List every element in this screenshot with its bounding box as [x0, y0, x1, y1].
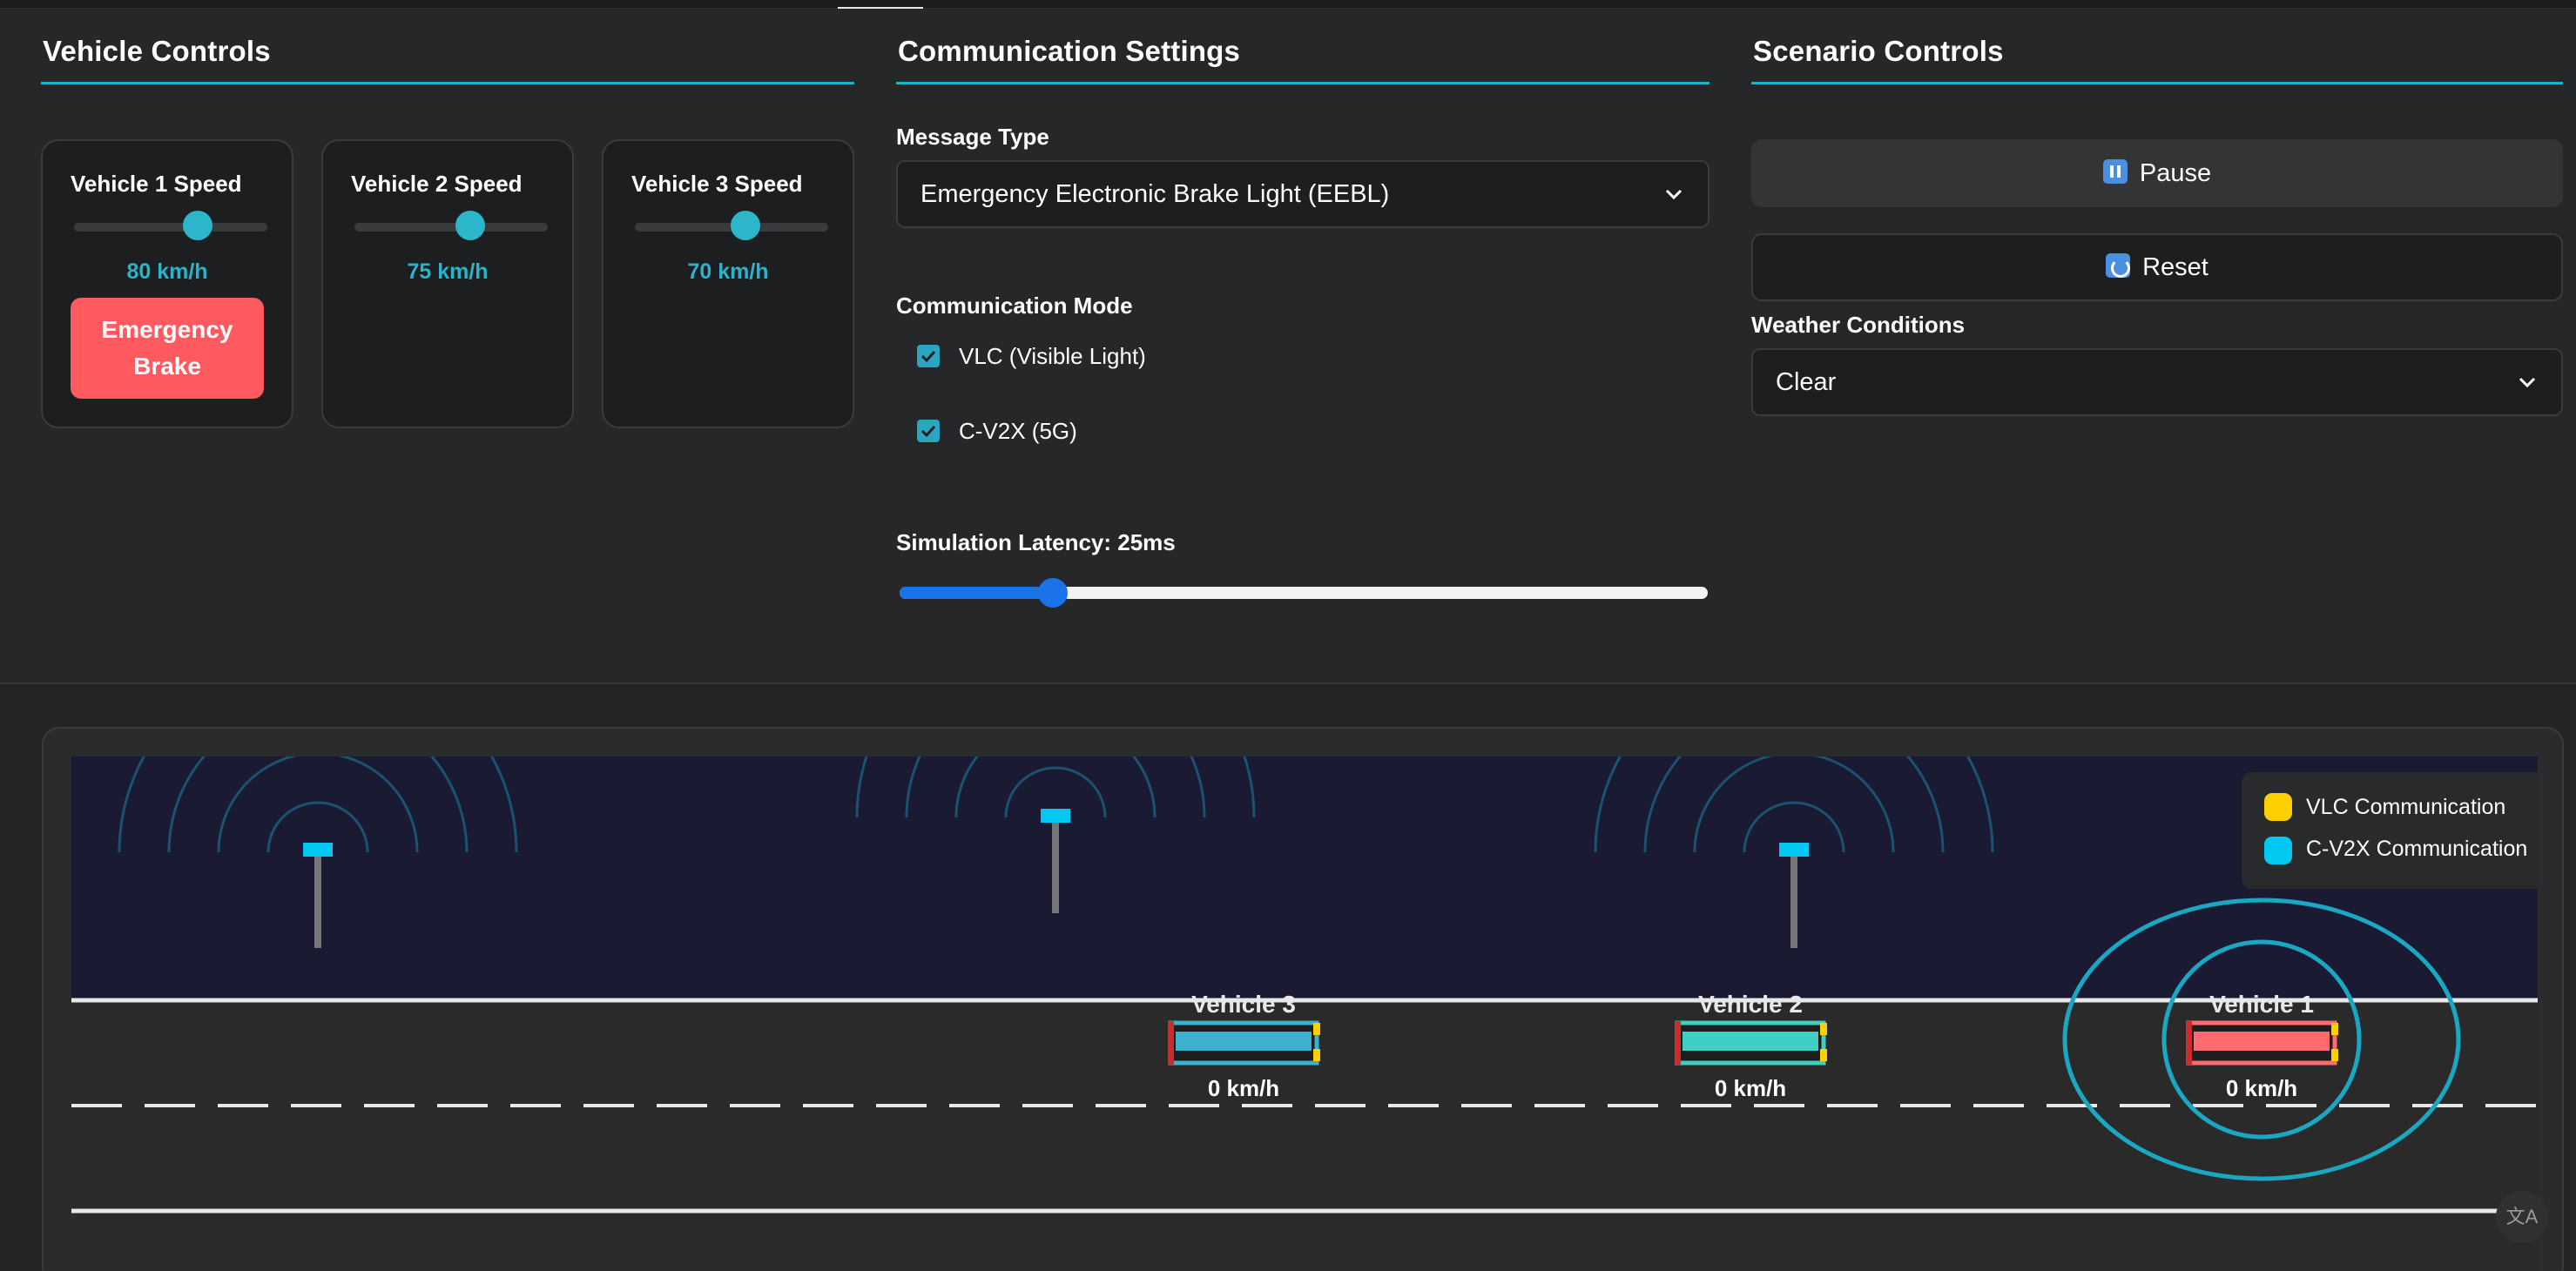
reset-icon: [2106, 253, 2131, 279]
message-type-value: Emergency Electronic Brake Light (EEBL): [920, 180, 1390, 208]
communication-settings-section: Communication Settings Message Type Emer…: [896, 35, 1709, 608]
cv2x-legend-swatch: [2264, 837, 2292, 864]
vlc-legend-label: VLC Communication: [2306, 795, 2506, 819]
weather-value: Clear: [1776, 368, 1837, 396]
check-icon: [920, 350, 936, 363]
cv2x-checkbox[interactable]: [917, 420, 940, 442]
communication-mode-label: Communication Mode: [896, 293, 1133, 319]
vehicle-1-speed: 0 km/h: [2226, 1075, 2297, 1101]
vehicle-3-speed: 0 km/h: [1208, 1075, 1279, 1101]
simulation-scene: Vehicle 3 0 km/h Vehicle 2 0 km/h Vehicl…: [71, 757, 2538, 1271]
scenario-controls-section: Scenario Controls Pause Reset Weather Co…: [1751, 35, 2563, 416]
vlc-checkbox[interactable]: [917, 345, 940, 367]
weather-select[interactable]: Clear: [1751, 348, 2563, 416]
pause-button[interactable]: Pause: [1751, 139, 2563, 207]
vehicle-controls-title: Vehicle Controls: [41, 35, 854, 84]
vehicle-controls-section: Vehicle Controls Vehicle 1 Speed 80 km/h…: [41, 35, 854, 428]
rsu-tower: [1594, 757, 1994, 948]
vehicle-2-speed-slider[interactable]: [354, 223, 548, 232]
cv2x-checkbox-label[interactable]: C-V2X (5G): [959, 418, 1077, 445]
simulation-canvas: Vehicle 3 0 km/h Vehicle 2 0 km/h Vehicl…: [71, 757, 2538, 1271]
vehicle-3-speed-value: 70 km/h: [687, 259, 769, 284]
vehicle-2-speed: 0 km/h: [1715, 1075, 1786, 1101]
top-bar: [0, 0, 2576, 10]
simulation-panel: Vehicle 3 0 km/h Vehicle 2 0 km/h Vehicl…: [42, 727, 2564, 1271]
emergency-brake-button[interactable]: Emergency Brake: [71, 298, 264, 399]
communication-settings-title: Communication Settings: [896, 35, 1709, 84]
vlc-legend-swatch: [2264, 793, 2292, 821]
vehicle-1-speed-value: 80 km/h: [126, 259, 208, 284]
pause-icon: [2102, 159, 2128, 185]
simulation-latency-fill: [900, 587, 1054, 599]
legend: VLC Communication C-V2X Communication: [2242, 772, 2538, 889]
reset-button[interactable]: Reset: [1751, 233, 2563, 301]
vehicle-3-name: Vehicle 3: [1191, 991, 1296, 1018]
message-type-select[interactable]: Emergency Electronic Brake Light (EEBL): [896, 160, 1709, 228]
rsu-tower: [855, 757, 1256, 913]
vehicle-3-speed-thumb[interactable]: [730, 211, 760, 240]
cv2x-legend-label: C-V2X Communication: [2306, 837, 2528, 861]
emergency-brake-label: Emergency Brake: [101, 316, 233, 380]
chevron-down-icon: [1664, 162, 1683, 251]
vehicle-1-name: Vehicle 1: [2209, 991, 2314, 1018]
simulation-latency-thumb[interactable]: [1038, 578, 1069, 608]
check-icon: [920, 425, 936, 438]
scenario-controls-title: Scenario Controls: [1751, 35, 2563, 84]
vehicle-2-card: Vehicle 2 Speed 75 km/h: [321, 139, 574, 428]
pause-label: Pause: [2139, 159, 2212, 187]
translate-icon[interactable]: 文A: [2496, 1191, 2548, 1243]
vehicle-2-speed-value: 75 km/h: [407, 259, 489, 284]
vehicle-3-speed-label: Vehicle 3 Speed: [631, 171, 803, 197]
vehicle-1-speed-slider[interactable]: [74, 223, 267, 232]
vehicle-3-card: Vehicle 3 Speed 70 km/h: [602, 139, 854, 428]
vehicle-1-speed-thumb[interactable]: [183, 211, 213, 240]
vlc-checkbox-label[interactable]: VLC (Visible Light): [959, 343, 1146, 370]
vehicle-2-speed-label: Vehicle 2 Speed: [351, 171, 523, 197]
chevron-down-icon: [2518, 350, 2537, 439]
vehicle-1-speed-label: Vehicle 1 Speed: [71, 171, 242, 197]
vehicle-1-card: Vehicle 1 Speed 80 km/h Emergency Brake: [41, 139, 293, 428]
message-type-label: Message Type: [896, 124, 1049, 150]
controls-panel: Vehicle Controls Vehicle 1 Speed 80 km/h…: [0, 9, 2576, 684]
weather-conditions-label: Weather Conditions: [1751, 312, 1966, 338]
vehicle-2-speed-thumb[interactable]: [455, 211, 486, 240]
simulation-latency-label: Simulation Latency: 25ms: [896, 529, 1176, 555]
simulation-latency-slider[interactable]: [900, 587, 1708, 599]
rsu-tower: [118, 757, 518, 948]
vehicle-2-name: Vehicle 2: [1698, 991, 1803, 1018]
reset-label: Reset: [2142, 253, 2208, 281]
